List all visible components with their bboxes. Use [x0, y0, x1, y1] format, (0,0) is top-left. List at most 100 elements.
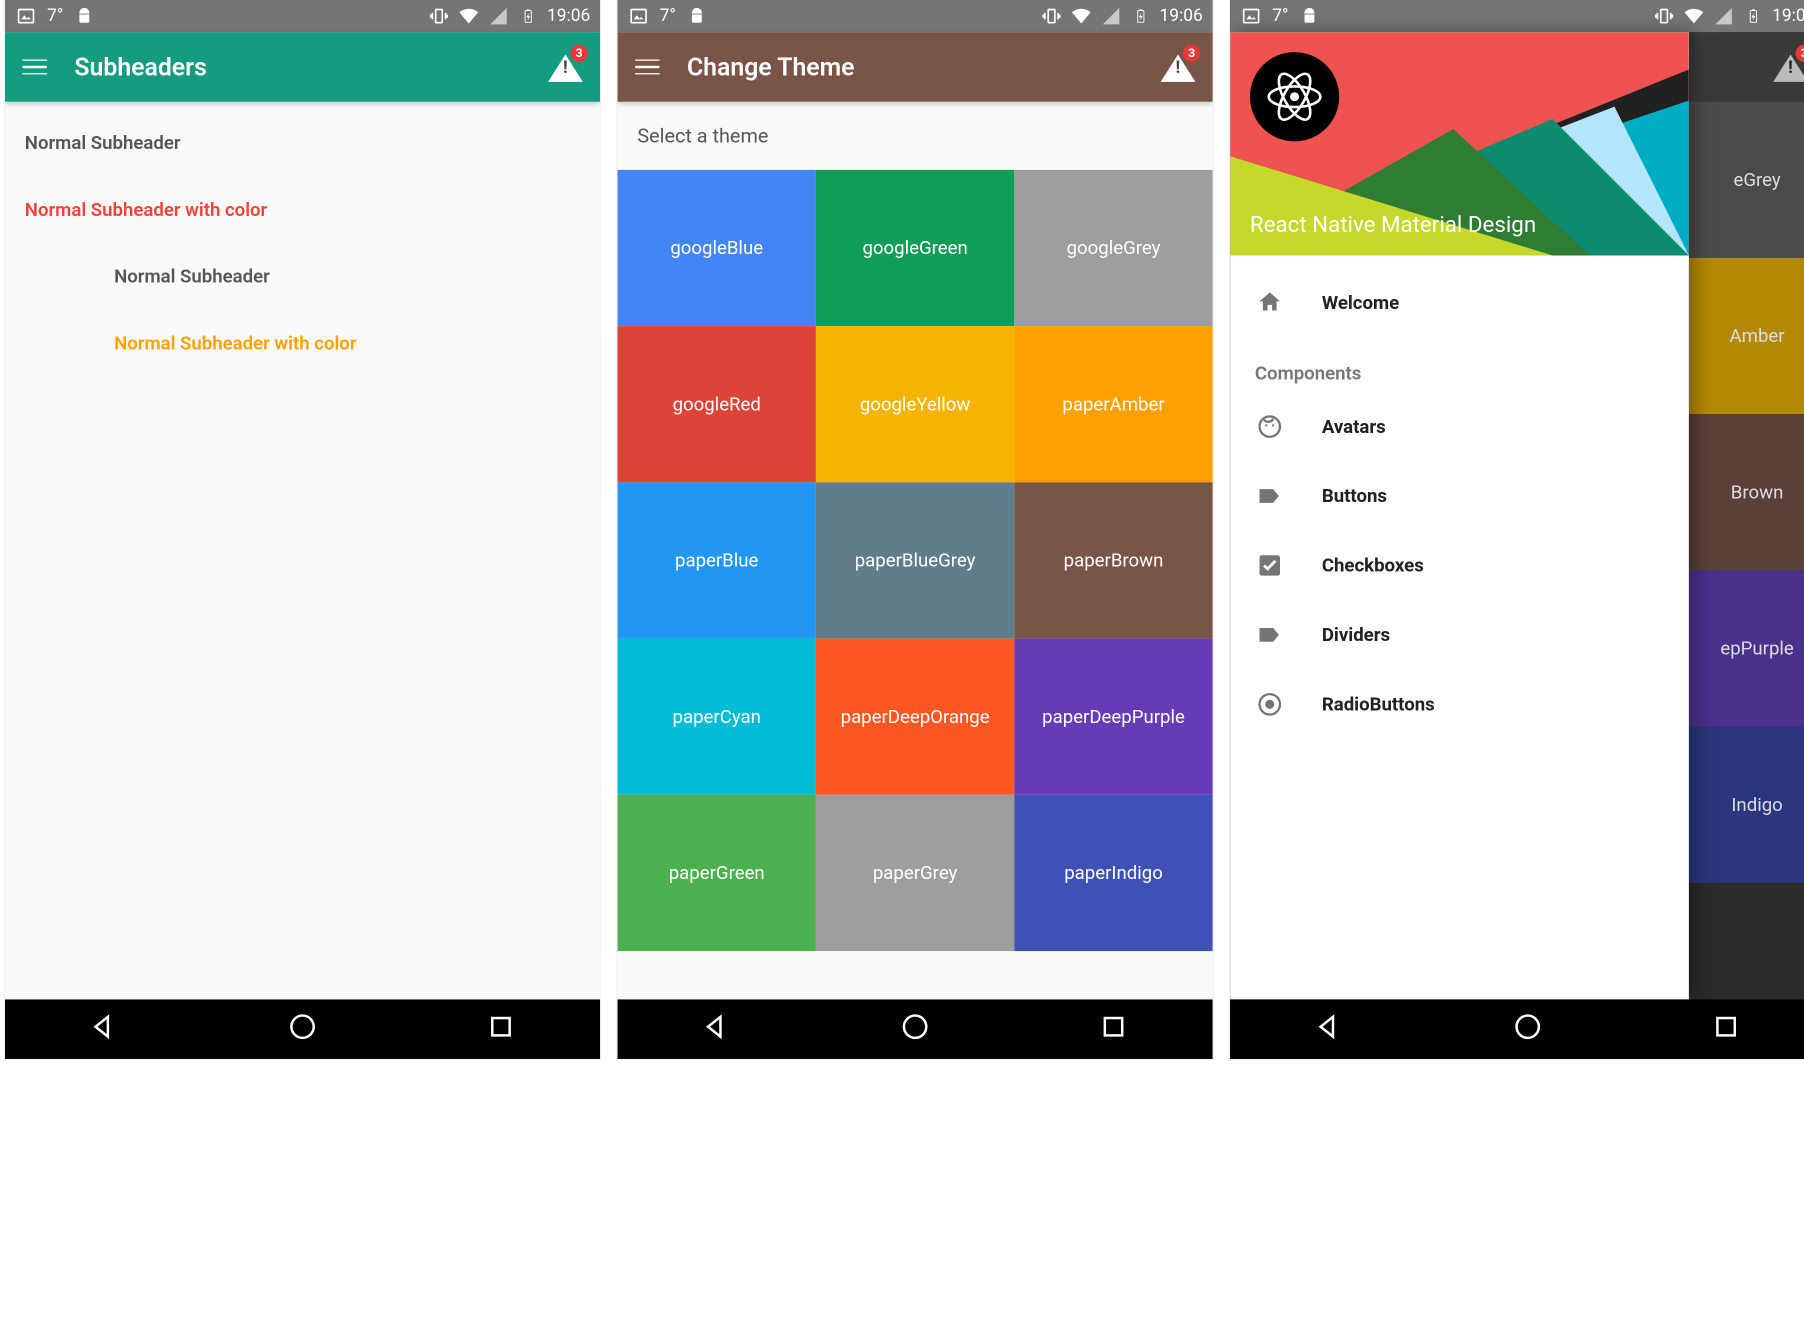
drawer-item-buttons[interactable]: Buttons: [1230, 461, 1689, 530]
theme-cell-googleYellow[interactable]: googleYellow: [816, 326, 1014, 482]
backdrop-theme-cell: Brown: [1689, 414, 1804, 570]
theme-cell-googleRed[interactable]: googleRed: [618, 326, 816, 482]
select-theme-header: Select a theme: [618, 102, 1213, 170]
menu-icon[interactable]: [22, 57, 47, 77]
drawer-item-label: RadioButtons: [1322, 693, 1435, 715]
android-icon: [73, 5, 95, 27]
drawer-item-label: Avatars: [1322, 415, 1386, 437]
drawer-header: React Native Material Design: [1230, 32, 1689, 255]
badge-count: 3: [570, 45, 587, 62]
subheader-item: Normal Subheader with color: [25, 186, 581, 253]
home-icon[interactable]: [288, 1012, 318, 1047]
clock: 19:06: [1160, 6, 1203, 26]
signal-icon: [487, 5, 509, 27]
drawer-item-label: Dividers: [1322, 624, 1390, 646]
screen-change-theme: 7° 19:06 Change Theme ! 3 Select a theme…: [618, 0, 1213, 1059]
signal-icon: [1713, 5, 1735, 27]
warning-badge: ! 3: [1773, 52, 1804, 82]
screen-drawer: 7° 19:06 ! 3 eGreyAmberBrownepPurpleIndi…: [1230, 0, 1804, 1059]
label-icon: [1255, 481, 1285, 511]
label-icon: [1255, 620, 1285, 650]
drawer-item-checkboxes[interactable]: Checkboxes: [1230, 531, 1689, 600]
backdrop-theme-cell: epPurple: [1689, 570, 1804, 726]
drawer-item-welcome[interactable]: Welcome: [1230, 268, 1689, 337]
theme-cell-paperDeepOrange[interactable]: paperDeepOrange: [816, 639, 1014, 795]
android-icon: [1298, 5, 1320, 27]
theme-cell-paperGreen[interactable]: paperGreen: [618, 795, 816, 951]
radio-icon: [1255, 689, 1285, 719]
theme-cell-paperBlue[interactable]: paperBlue: [618, 482, 816, 638]
badge-count: 3: [1183, 45, 1200, 62]
temperature: 7°: [660, 6, 676, 26]
nav-bar: [618, 999, 1213, 1059]
temperature: 7°: [47, 6, 63, 26]
battery-icon: [1130, 5, 1152, 27]
wifi-icon: [1070, 5, 1092, 27]
status-bar: 7° 19:06: [1230, 0, 1804, 32]
subheader-item: Normal Subheader: [25, 253, 581, 320]
back-icon[interactable]: [1314, 1012, 1344, 1047]
wifi-icon: [1683, 5, 1705, 27]
backdrop-theme-cell: Amber: [1689, 258, 1804, 414]
signal-icon: [1100, 5, 1122, 27]
react-logo-icon: [1250, 52, 1339, 141]
theme-cell-paperDeepPurple[interactable]: paperDeepPurple: [1014, 639, 1212, 795]
backdrop-theme-cell: eGrey: [1689, 102, 1804, 258]
face-icon: [1255, 412, 1285, 442]
vibrate-icon: [1653, 5, 1675, 27]
drawer-item-label: Buttons: [1322, 485, 1387, 507]
checkbox-icon: [1255, 551, 1285, 581]
theme-cell-paperBrown[interactable]: paperBrown: [1014, 482, 1212, 638]
status-bar: 7° 19:06: [618, 0, 1213, 32]
temperature: 7°: [1272, 6, 1288, 26]
theme-cell-googleGreen[interactable]: googleGreen: [816, 170, 1014, 326]
recent-icon[interactable]: [486, 1012, 516, 1047]
theme-cell-paperCyan[interactable]: paperCyan: [618, 639, 816, 795]
home-icon[interactable]: [900, 1012, 930, 1047]
subheader-item: Normal Subheader with color: [25, 320, 581, 387]
clock: 19:06: [547, 6, 590, 26]
android-icon: [686, 5, 708, 27]
nav-bar: [1230, 999, 1804, 1059]
app-bar: Subheaders ! 3: [5, 32, 600, 101]
vibrate-icon: [1041, 5, 1063, 27]
drawer-item-dividers[interactable]: Dividers: [1230, 600, 1689, 669]
screen-subheaders: 7° 19:06 Subheaders ! 3 Normal Subheader…: [5, 0, 600, 1059]
image-icon: [1240, 5, 1262, 27]
recent-icon[interactable]: [1711, 1012, 1741, 1047]
navigation-drawer[interactable]: React Native Material Design Welcome Com…: [1230, 32, 1689, 999]
image-icon: [15, 5, 37, 27]
recent-icon[interactable]: [1099, 1012, 1129, 1047]
drawer-item-label: Welcome: [1322, 291, 1399, 313]
menu-icon[interactable]: [635, 57, 660, 77]
drawer-item-radiobuttons[interactable]: RadioButtons: [1230, 670, 1689, 739]
battery-icon: [1742, 5, 1764, 27]
drawer-item-avatars[interactable]: Avatars: [1230, 392, 1689, 461]
theme-cell-googleGrey[interactable]: googleGrey: [1014, 170, 1212, 326]
battery-icon: [517, 5, 539, 27]
nav-bar: [5, 999, 600, 1059]
drawer-item-label: Checkboxes: [1322, 554, 1424, 576]
warning-badge[interactable]: ! 3: [1161, 52, 1196, 82]
subheader-list: Normal Subheader Normal Subheader with c…: [5, 102, 600, 405]
wifi-icon: [458, 5, 480, 27]
theme-cell-paperBlueGrey[interactable]: paperBlueGrey: [816, 482, 1014, 638]
theme-cell-paperIndigo[interactable]: paperIndigo: [1014, 795, 1212, 951]
home-icon: [1255, 288, 1285, 318]
vibrate-icon: [428, 5, 450, 27]
warning-badge[interactable]: ! 3: [548, 52, 583, 82]
clock: 19:06: [1772, 6, 1804, 26]
home-icon[interactable]: [1513, 1012, 1543, 1047]
theme-cell-paperGrey[interactable]: paperGrey: [816, 795, 1014, 951]
app-bar: Change Theme ! 3: [618, 32, 1213, 101]
status-bar: 7° 19:06: [5, 0, 600, 32]
drawer-title: React Native Material Design: [1250, 212, 1536, 238]
theme-cell-googleBlue[interactable]: googleBlue: [618, 170, 816, 326]
backdrop-theme-cell: Indigo: [1689, 727, 1804, 883]
subheader-item: Normal Subheader: [25, 119, 581, 186]
app-bar-title: Change Theme: [687, 52, 1195, 82]
theme-cell-paperAmber[interactable]: paperAmber: [1014, 326, 1212, 482]
back-icon[interactable]: [702, 1012, 732, 1047]
back-icon[interactable]: [89, 1012, 119, 1047]
image-icon: [627, 5, 649, 27]
